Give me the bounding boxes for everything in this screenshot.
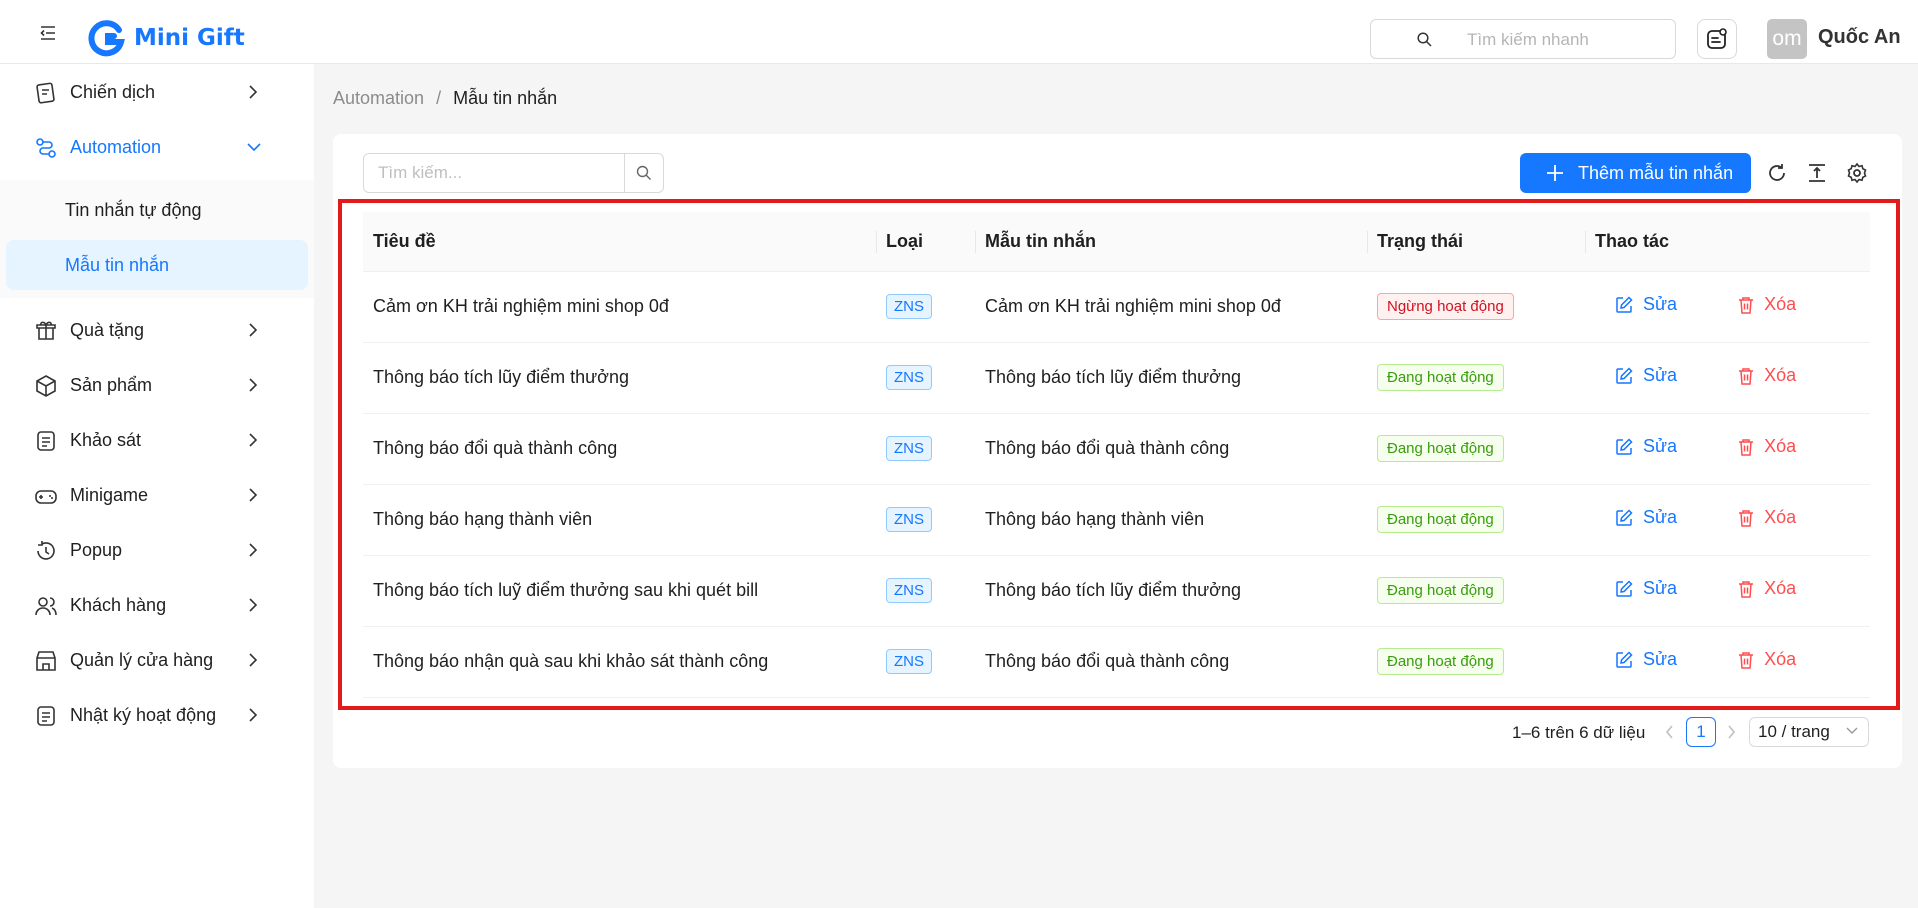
user-name[interactable]: Quốc An [1818, 26, 1901, 49]
sidebar-item-label: Chiến dịch [70, 81, 156, 102]
add-template-button[interactable]: Thêm mẫu tin nhắn [1520, 153, 1751, 193]
log-icon [37, 706, 55, 726]
sidebar-item-label: Khảo sát [70, 429, 142, 450]
sidebar-item-label: Automation [70, 136, 162, 157]
app-name: Mini Gift [134, 25, 245, 51]
highlight-box [338, 199, 1900, 710]
popup-icon [37, 541, 55, 560]
pagination-summary: 1–6 trên 6 dữ liệu [1512, 723, 1646, 742]
survey-icon [37, 431, 55, 451]
sidebar-item-label: Nhật ký hoạt động [70, 704, 217, 725]
submenu-item-label: Mẫu tin nhắn [65, 254, 170, 275]
submenu-item-label: Tin nhắn tự động [65, 199, 202, 220]
sidebar-item-label: Quản lý cửa hàng [70, 649, 214, 670]
column-height-icon[interactable] [1806, 162, 1828, 184]
breadcrumb-current: Mẫu tin nhắn [453, 88, 558, 108]
breadcrumb-separator: / [436, 88, 442, 108]
chevron-down-icon [247, 143, 261, 152]
submenu-item-message-templates[interactable]: Mẫu tin nhắn [6, 240, 308, 290]
page-size-select[interactable]: 10 / trang [1749, 717, 1869, 747]
sidebar-item-products[interactable]: Sản phẩm [0, 360, 314, 410]
store-icon [36, 651, 56, 671]
search-icon [1417, 32, 1432, 52]
table-search-button[interactable] [624, 153, 664, 193]
box-icon [36, 375, 56, 397]
sidebar-item-campaign[interactable]: Chiến dịch [0, 67, 314, 117]
chevron-right-icon [249, 85, 258, 99]
chevron-right-icon [249, 433, 258, 447]
chevron-down-icon [1846, 727, 1858, 734]
assistant-button[interactable] [1697, 19, 1737, 59]
sidebar-item-popup[interactable]: Popup [0, 525, 314, 575]
sidebar-item-activity-log[interactable]: Nhật ký hoạt động [0, 690, 314, 740]
chevron-right-icon[interactable] [1727, 725, 1736, 739]
chevron-right-icon [249, 708, 258, 722]
logo-icon [88, 20, 125, 57]
sidebar-item-label: Sản phẩm [70, 374, 153, 395]
table-search [363, 153, 664, 193]
breadcrumb: Automation / Mẫu tin nhắn [333, 88, 557, 109]
chevron-left-icon[interactable] [1665, 725, 1674, 739]
table-search-input[interactable] [363, 153, 625, 193]
sidebar-item-label: Quà tặng [70, 319, 145, 340]
automation-icon [36, 138, 56, 158]
sidebar-item-automation[interactable]: Automation [0, 122, 314, 172]
assistant-icon [1707, 28, 1727, 49]
top-header: Mini Gift om Quốc An [0, 0, 1918, 64]
sidebar-item-store-management[interactable]: Quản lý cửa hàng [0, 635, 314, 685]
chevron-right-icon [249, 543, 258, 557]
users-icon [35, 597, 57, 616]
logo[interactable]: Mini Gift [86, 18, 245, 58]
reload-icon[interactable] [1766, 162, 1788, 184]
chevron-right-icon [249, 488, 258, 502]
sidebar-item-minigame[interactable]: Minigame [0, 470, 314, 520]
chevron-right-icon [249, 323, 258, 337]
chevron-right-icon [249, 653, 258, 667]
search-icon [636, 165, 651, 180]
quick-search[interactable] [1370, 19, 1676, 59]
sidebar-item-label: Khách hàng [70, 594, 167, 615]
chevron-right-icon [249, 598, 258, 612]
sidebar: Chiến dịch Automation Tin nhắn tự động M… [0, 64, 314, 908]
sidebar-item-customers[interactable]: Khách hàng [0, 580, 314, 630]
page-number-button[interactable]: 1 [1686, 717, 1716, 747]
page-size-value: 10 / trang [1758, 722, 1830, 741]
settings-icon[interactable] [1846, 162, 1868, 184]
chevron-right-icon [249, 378, 258, 392]
avatar-text: om [1772, 27, 1802, 50]
submenu-item-auto-messages[interactable]: Tin nhắn tự động [6, 185, 308, 235]
quick-search-input[interactable] [1467, 28, 1667, 52]
sidebar-item-label: Minigame [70, 484, 149, 505]
sidebar-item-label: Popup [70, 539, 123, 560]
game-icon [35, 490, 57, 504]
sidebar-item-gifts[interactable]: Quà tặng [0, 305, 314, 355]
menu-fold-icon[interactable] [40, 26, 56, 45]
sidebar-item-surveys[interactable]: Khảo sát [0, 415, 314, 465]
campaign-icon [36, 82, 55, 104]
avatar[interactable]: om [1767, 19, 1807, 59]
plus-icon [1547, 165, 1563, 181]
add-template-label: Thêm mẫu tin nhắn [1578, 162, 1734, 183]
breadcrumb-parent[interactable]: Automation [333, 88, 424, 109]
gift-icon [36, 321, 56, 340]
